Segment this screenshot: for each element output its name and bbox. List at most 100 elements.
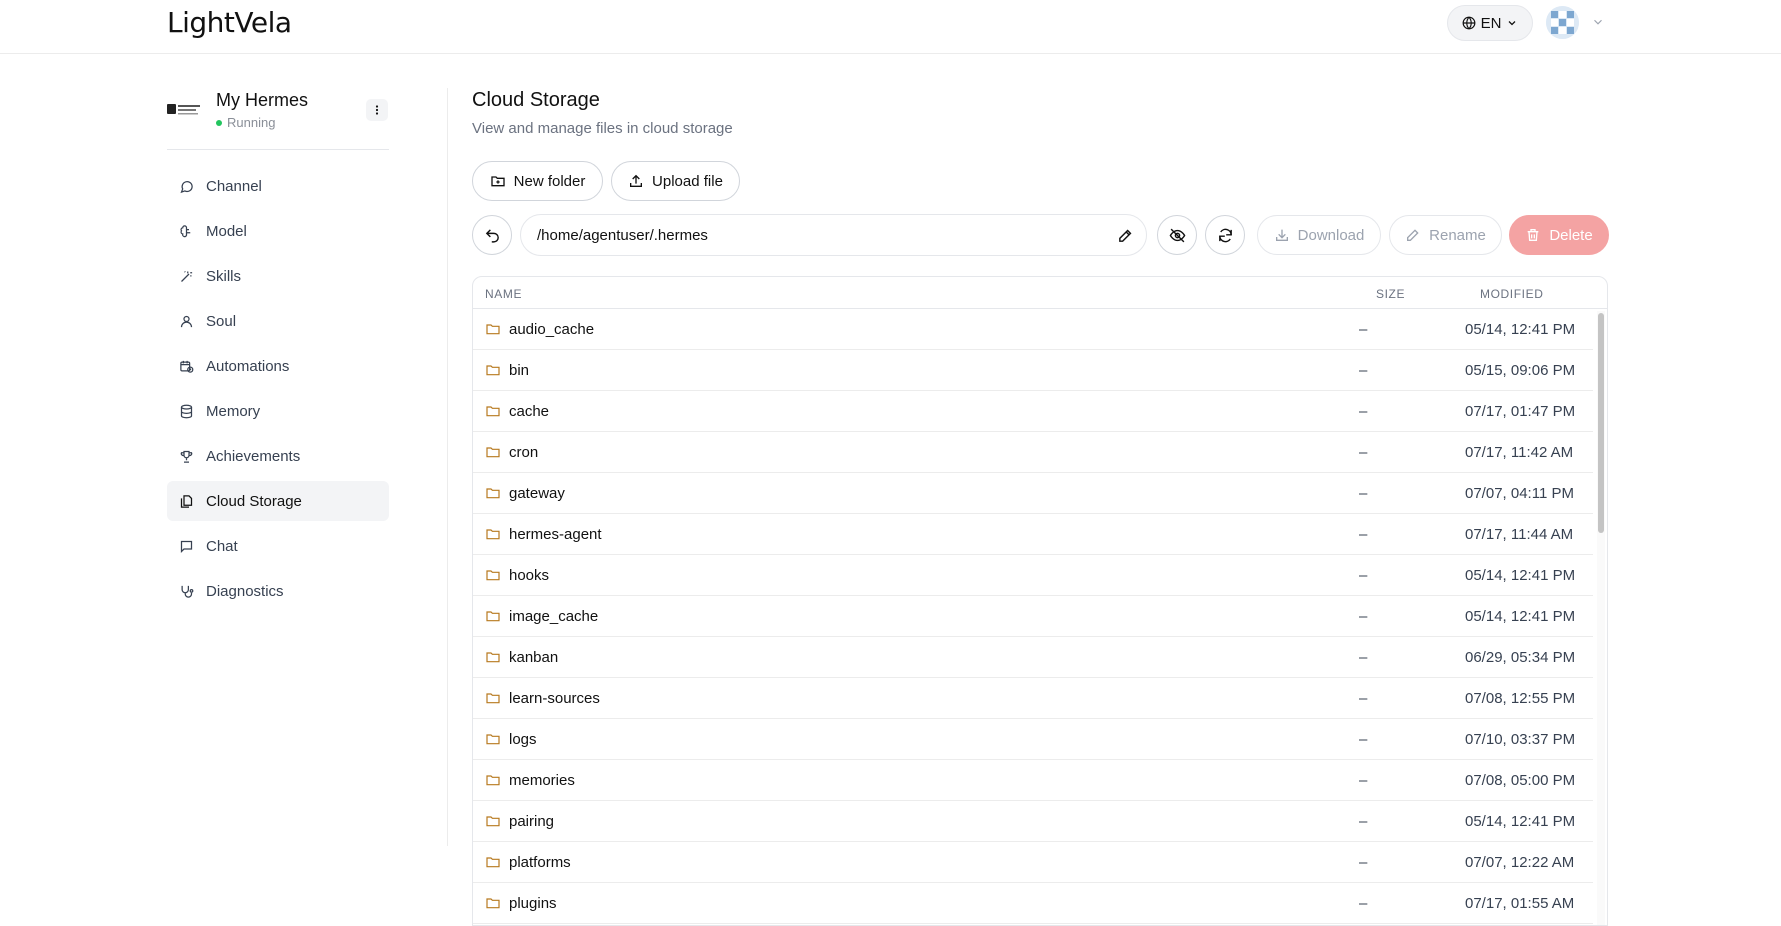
table-row[interactable]: plugins – 07/17, 01:55 AM [473,883,1593,924]
folder-icon [486,611,500,622]
sidebar-item-model[interactable]: Model [167,211,389,251]
download-label: Download [1297,226,1365,244]
row-size: – [1359,567,1368,584]
file-table: NAME SIZE MODIFIED audio_cache – 05/14, 12… [472,276,1608,926]
user-menu-chevron-icon[interactable] [1591,15,1605,29]
globe-icon [1462,16,1475,30]
row-modified: 07/17, 11:44 AM [1465,526,1574,543]
table-body: audio_cache – 05/14, 12:41 PM bin – 05/15, 09… [473,309,1593,924]
folder-icon [486,816,500,827]
upload-file-button[interactable]: Upload file [611,161,740,201]
table-row[interactable]: image_cache – 05/14, 12:41 PM [473,596,1593,637]
toggle-hidden-files-button[interactable] [1157,215,1197,255]
row-name: logs [509,731,537,748]
sidebar-item-label: Cloud Storage [206,492,302,510]
folder-icon [486,734,500,745]
table-row[interactable]: logs – 07/10, 03:37 PM [473,719,1593,760]
row-modified: 05/14, 12:41 PM [1465,813,1576,830]
folder-icon [486,652,500,663]
pencil-icon [1407,229,1419,241]
table-row[interactable]: bin – 05/15, 09:06 PM [473,350,1593,391]
row-name: plugins [509,895,557,912]
new-folder-label: New folder [513,172,586,190]
folder-icon [486,898,500,909]
row-modified: 05/14, 12:41 PM [1465,321,1576,338]
trophy-icon [180,450,193,463]
path-input[interactable]: /home/agentuser/.hermes [520,214,1147,256]
column-header-size[interactable]: SIZE [1376,287,1405,301]
chat-bubble-icon [180,180,193,193]
user-avatar[interactable] [1546,6,1579,39]
row-modified: 05/15, 09:06 PM [1465,362,1576,379]
sidebar-item-cloud-storage[interactable]: Cloud Storage [167,481,389,521]
table-row[interactable]: gateway – 07/07, 04:11 PM [473,473,1593,514]
sidebar-item-memory[interactable]: Memory [167,391,389,431]
folder-icon [486,529,500,540]
agent-name: My Hermes [216,90,309,110]
row-modified: 06/29, 05:34 PM [1465,649,1576,666]
sidebar-nav: Channel Model Skills Soul Automations Me… [167,166,389,616]
row-size: – [1359,362,1368,379]
rename-label: Rename [1429,226,1486,244]
brain-icon [180,224,191,237]
sidebar-item-label: Automations [206,357,290,375]
row-name: image_cache [509,608,599,625]
sidebar-item-label: Chat [206,537,238,555]
table-row[interactable]: kanban – 06/29, 05:34 PM [473,637,1593,678]
row-size: – [1359,772,1368,789]
table-row[interactable]: cron – 07/17, 11:42 AM [473,432,1593,473]
sidebar-item-skills[interactable]: Skills [167,256,389,296]
agent-status: Running [216,115,275,130]
folder-icon [486,365,500,376]
folder-icon [486,488,500,499]
table-row[interactable]: platforms – 07/07, 12:22 AM [473,842,1593,883]
sidebar-item-chat[interactable]: Chat [167,526,389,566]
table-header: NAME SIZE MODIFIED [473,277,1607,309]
table-row[interactable]: pairing – 05/14, 12:41 PM [473,801,1593,842]
pencil-icon[interactable] [1117,227,1134,244]
app-logo[interactable]: LightVela [167,6,292,39]
scrollbar-thumb[interactable] [1598,313,1604,533]
undo-icon [485,228,499,243]
row-modified: 07/17, 11:42 AM [1465,444,1574,461]
row-modified: 07/07, 12:22 AM [1465,854,1575,871]
row-modified: 05/14, 12:41 PM [1465,608,1576,625]
sidebar-item-soul[interactable]: Soul [167,301,389,341]
column-header-name[interactable]: NAME [485,287,522,301]
new-folder-button[interactable]: New folder [472,161,603,201]
sidebar-item-automations[interactable]: Automations [167,346,389,386]
sidebar: My Hermes Running Channel Model Skills S… [167,78,389,600]
sidebar-item-achievements[interactable]: Achievements [167,436,389,476]
page-subtitle: View and manage files in cloud storage [472,120,733,137]
table-row[interactable]: hooks – 05/14, 12:41 PM [473,555,1593,596]
table-row[interactable]: learn-sources – 07/08, 12:55 PM [473,678,1593,719]
table-row[interactable]: hermes-agent – 07/17, 11:44 AM [473,514,1593,555]
sidebar-item-channel[interactable]: Channel [167,166,389,206]
folder-icon [486,693,500,704]
row-size: – [1359,526,1368,543]
refresh-button[interactable] [1205,215,1245,255]
agent-menu-button[interactable] [366,99,388,121]
table-row[interactable]: audio_cache – 05/14, 12:41 PM [473,309,1593,350]
files-icon [180,494,193,508]
back-button[interactable] [472,215,512,255]
sidebar-item-label: Soul [206,312,237,330]
chevron-down-icon [1508,21,1516,26]
row-name: kanban [509,649,559,666]
language-selector[interactable]: EN [1447,5,1533,41]
download-icon [1275,229,1288,241]
download-button[interactable]: Download [1257,215,1381,255]
sidebar-item-label: Channel [206,177,262,195]
row-size: – [1359,444,1368,461]
rename-button[interactable]: Rename [1389,215,1502,255]
delete-button[interactable]: Delete [1509,215,1609,255]
column-header-modified[interactable]: MODIFIED [1480,287,1543,301]
sidebar-item-diagnostics[interactable]: Diagnostics [167,571,389,611]
row-modified: 07/17, 01:55 AM [1465,895,1575,912]
table-row[interactable]: cache – 07/17, 01:47 PM [473,391,1593,432]
row-size: – [1359,321,1368,338]
message-square-icon [180,540,193,553]
row-name: audio_cache [509,321,595,338]
row-modified: 07/07, 04:11 PM [1465,485,1574,502]
table-row[interactable]: memories – 07/08, 05:00 PM [473,760,1593,801]
